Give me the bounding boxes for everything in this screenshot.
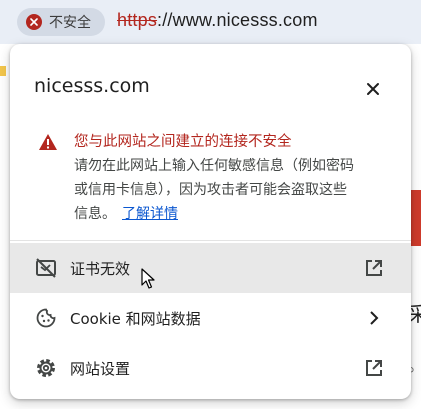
close-icon — [367, 83, 379, 95]
page-edge-graphic — [0, 66, 6, 76]
certificate-label: 证书无效 — [70, 259, 131, 278]
certificate-invalid-icon — [34, 256, 58, 280]
certificate-row[interactable]: 证书无效 — [10, 243, 411, 293]
open-in-new-icon — [362, 256, 386, 280]
gear-icon — [34, 356, 58, 380]
warning-line-2: 或信用卡信息），因为攻击者可能会盗取这些 — [74, 182, 347, 198]
mouse-pointer-icon — [141, 268, 155, 289]
cookie-icon — [34, 306, 58, 330]
security-chip[interactable]: 不安全 — [17, 8, 105, 36]
page-info-popup: nicesss.com 您与此网站之间建立的连接不安全 请勿在此网站上输入任何敏… — [10, 44, 411, 399]
warning-heading: 您与此网站之间建立的连接不安全 — [74, 134, 292, 150]
cookies-label: Cookie 和网站数据 — [70, 309, 201, 328]
omnibox-bar: 不安全 https://www.nicesss.com — [0, 0, 421, 44]
cookies-row[interactable]: Cookie 和网站数据 — [10, 293, 411, 343]
popup-site-title: nicesss.com — [34, 75, 150, 97]
security-chip-label: 不安全 — [49, 15, 91, 31]
url-field[interactable]: https://www.nicesss.com — [117, 10, 318, 31]
error-circle-icon — [26, 14, 42, 30]
learn-more-link[interactable]: 了解详情 — [122, 206, 178, 222]
url-host: ://www.nicesss.com — [157, 10, 318, 30]
divider — [10, 240, 411, 241]
chevron-right-icon — [362, 306, 386, 330]
warning-line-3: 信息。 了解详情 — [74, 202, 394, 226]
warning-body: 请勿在此网站上输入任何敏感信息（例如密码 或信用卡信息），因为攻击者可能会盗取这… — [74, 154, 394, 226]
warning-line-3-text: 信息。 — [74, 206, 116, 222]
url-scheme: https — [117, 10, 158, 30]
site-settings-label: 网站设置 — [70, 359, 131, 378]
open-in-new-icon — [362, 356, 386, 380]
warning-triangle-icon — [39, 134, 57, 150]
site-settings-row[interactable]: 网站设置 — [10, 343, 411, 393]
warning-line-1: 请勿在此网站上输入任何敏感信息（例如密码 — [74, 158, 354, 174]
close-button[interactable] — [361, 77, 385, 101]
